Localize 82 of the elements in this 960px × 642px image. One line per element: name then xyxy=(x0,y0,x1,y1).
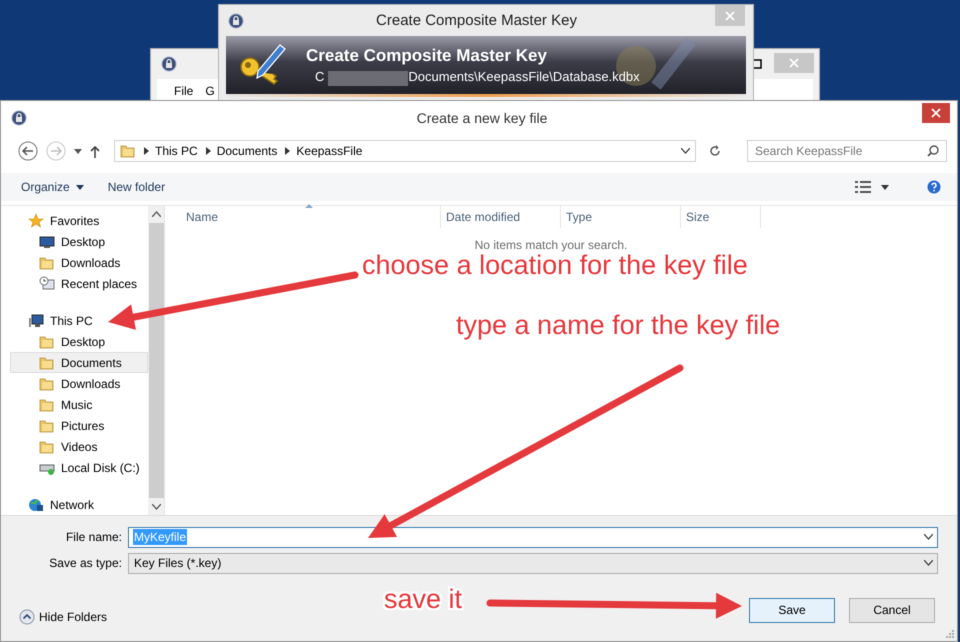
column-header[interactable]: Size xyxy=(681,206,761,228)
scroll-up-icon[interactable] xyxy=(152,211,160,217)
folder-icon xyxy=(39,254,55,270)
refresh-icon xyxy=(709,145,721,157)
view-options-icon[interactable] xyxy=(855,181,871,193)
caret-icon[interactable] xyxy=(74,148,82,154)
caret-icon xyxy=(76,184,84,190)
monitor-icon xyxy=(39,234,55,250)
lock-icon xyxy=(161,56,177,72)
banner-title: Create Composite Master Key xyxy=(306,46,548,66)
column-header[interactable]: Name xyxy=(165,206,441,228)
search-field[interactable]: Search KeepassFile xyxy=(747,140,947,162)
hide-folders-button[interactable]: Hide Folders xyxy=(19,609,108,625)
dropdown-icon xyxy=(924,534,933,540)
dialog-button[interactable]: Cancel xyxy=(849,598,935,622)
close-button[interactable] xyxy=(922,103,950,123)
sidebar-item[interactable]: Local Disk (C:) xyxy=(10,457,148,478)
folder-icon xyxy=(39,438,55,454)
callout-text: type a name for the key file xyxy=(456,310,780,341)
close-icon xyxy=(725,10,735,20)
dropdown-icon[interactable] xyxy=(681,148,690,154)
empty-message: No items match your search. xyxy=(474,238,628,252)
breadcrumb-item[interactable]: Documents xyxy=(216,144,278,158)
caret-icon[interactable] xyxy=(881,184,889,190)
lock-icon xyxy=(11,110,27,126)
star-icon xyxy=(28,212,44,228)
sidebar-item[interactable]: Videos xyxy=(10,436,148,457)
folder-icon xyxy=(39,396,55,412)
dialog-button[interactable]: Save xyxy=(749,598,835,622)
toolbar-button[interactable]: New folder xyxy=(108,180,166,194)
sidebar-item[interactable]: Recent places xyxy=(10,273,148,294)
chevron-icon xyxy=(144,147,149,155)
address-bar[interactable]: This PC Documents KeepassFile xyxy=(114,140,696,162)
chevron-icon xyxy=(206,147,211,155)
field-label: Save as type: xyxy=(48,556,123,570)
close-icon xyxy=(789,58,799,68)
folder-icon xyxy=(39,354,55,370)
column-header[interactable]: Type xyxy=(561,206,681,228)
path-text: C xyxy=(315,69,324,84)
sidebar-item[interactable]: Documents xyxy=(10,352,148,373)
column-header[interactable]: Date modified xyxy=(441,206,561,228)
callout-text: choose a location for the key file xyxy=(362,250,748,281)
menu-item[interactable]: G xyxy=(205,84,215,101)
scroll-down-icon[interactable] xyxy=(152,504,160,510)
folder-icon xyxy=(39,418,55,434)
window-title: Create Composite Master Key xyxy=(375,12,578,29)
breadcrumb-item[interactable]: This PC xyxy=(155,144,198,158)
scroll-thumb[interactable] xyxy=(148,223,164,498)
field-label: File name: xyxy=(64,530,123,544)
chevron-icon xyxy=(285,147,290,155)
collapse-icon xyxy=(19,609,35,625)
sort-arrow-icon xyxy=(305,204,313,208)
recent-places-icon xyxy=(39,276,55,292)
sidebar-item[interactable]: Desktop xyxy=(10,331,148,352)
sidebar-item[interactable]: Desktop xyxy=(10,231,148,252)
back-icon[interactable] xyxy=(18,141,38,161)
callout-text: save it xyxy=(384,584,462,615)
window-title: Create a new key file xyxy=(416,110,548,126)
lock-icon xyxy=(228,12,244,28)
dropdown-icon xyxy=(924,560,933,566)
sidebar-item[interactable]: Pictures xyxy=(10,415,148,436)
sidebar-item[interactable]: Network xyxy=(10,494,148,515)
breadcrumb-item[interactable]: KeepassFile xyxy=(296,144,362,158)
folder-icon xyxy=(120,143,136,159)
scrollbar[interactable] xyxy=(148,206,164,515)
sidebar-item[interactable]: This PC xyxy=(10,310,148,331)
sidebar-item[interactable]: Downloads xyxy=(10,373,148,394)
network-icon xyxy=(28,496,44,512)
resize-grip-icon xyxy=(946,630,954,638)
sidebar-item[interactable]: Downloads xyxy=(10,252,148,273)
dropdown-field[interactable]: Key Files (*.key) xyxy=(128,552,938,574)
folder-icon xyxy=(39,334,55,350)
computer-icon xyxy=(28,312,44,328)
help-icon[interactable] xyxy=(927,180,941,194)
path-text: Documents\KeepassFile\Database.kdbx xyxy=(408,69,640,84)
up-arrow-icon[interactable] xyxy=(90,144,100,158)
close-icon xyxy=(931,108,941,118)
menu-item[interactable]: File xyxy=(174,84,194,101)
sidebar-item[interactable]: Music xyxy=(10,394,148,415)
folder-icon xyxy=(39,376,55,392)
sidebar-item[interactable]: Favorites xyxy=(10,210,148,231)
toolbar-button[interactable]: Organize xyxy=(21,180,84,194)
